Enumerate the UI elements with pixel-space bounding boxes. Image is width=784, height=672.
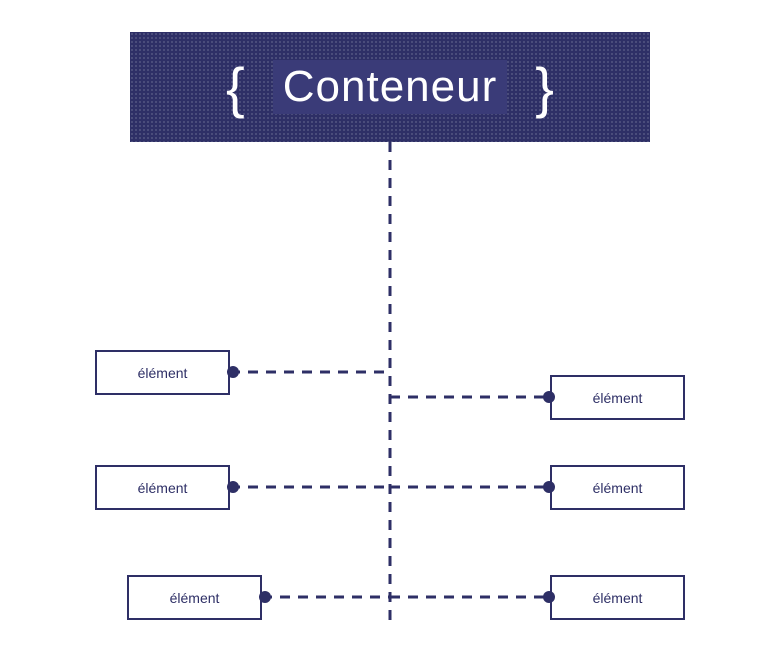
container-label: Conteneur (273, 60, 507, 114)
element-label: élément (593, 390, 643, 406)
element-box-right-1: élément (550, 375, 685, 420)
connector-dot (543, 591, 555, 603)
element-label: élément (593, 590, 643, 606)
element-label: élément (593, 480, 643, 496)
element-box-right-3: élément (550, 575, 685, 620)
element-box-left-1: élément (95, 350, 230, 395)
element-box-left-2: élément (95, 465, 230, 510)
connector-dot (259, 591, 271, 603)
connector-dot (543, 481, 555, 493)
connector-dot (227, 366, 239, 378)
element-label: élément (138, 365, 188, 381)
element-box-right-2: élément (550, 465, 685, 510)
element-label: élément (170, 590, 220, 606)
container-box: { Conteneur } (130, 32, 650, 142)
brace-open: { (226, 55, 245, 120)
element-label: élément (138, 480, 188, 496)
element-box-left-3: élément (127, 575, 262, 620)
connector-dot (543, 391, 555, 403)
brace-close: } (535, 55, 554, 120)
connector-dot (227, 481, 239, 493)
